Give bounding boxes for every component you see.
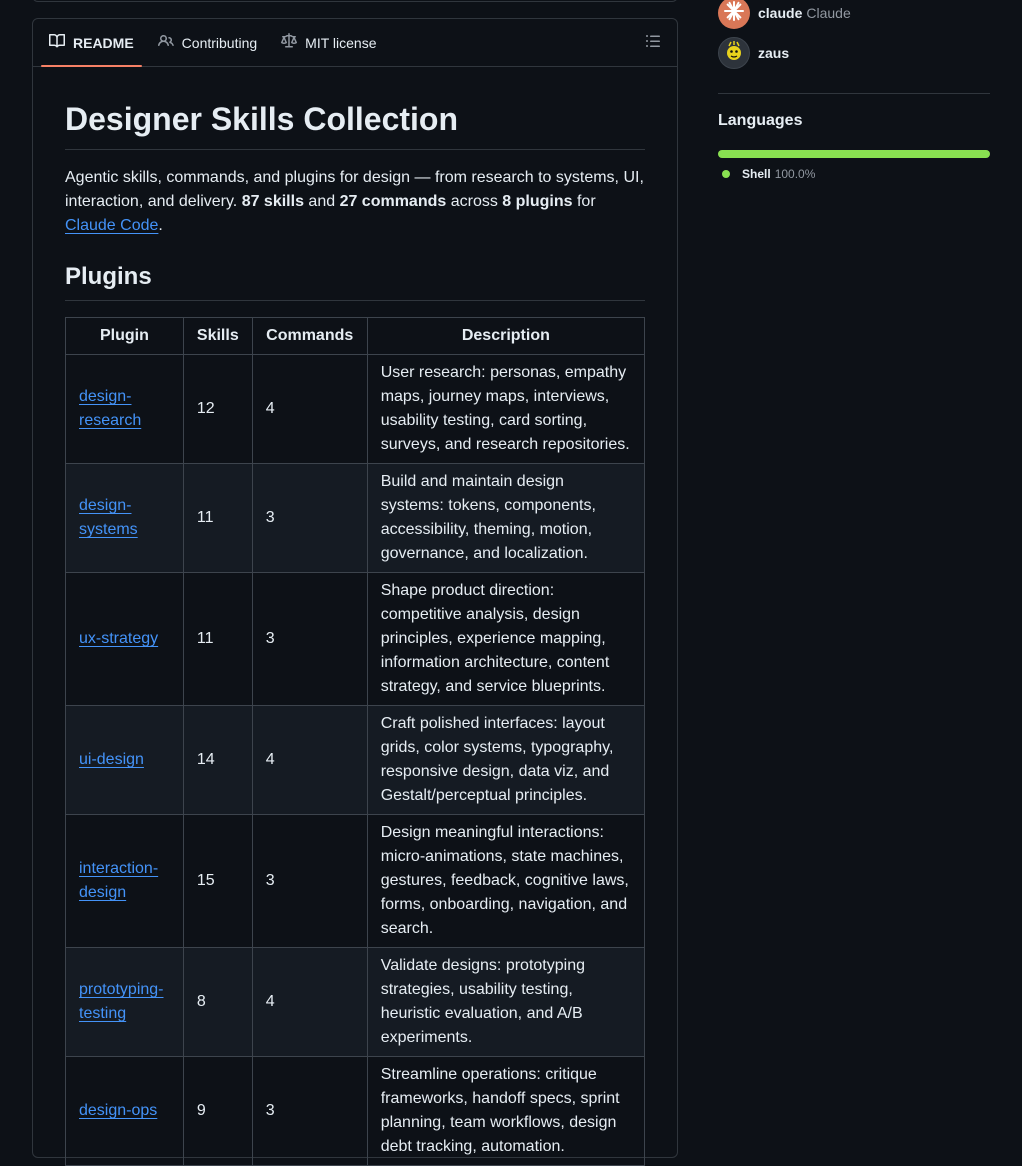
language-item-shell[interactable]: Shell 100.0% (722, 167, 815, 181)
plugin-cell: design-research (65, 354, 184, 464)
skills-cell: 14 (182, 705, 253, 815)
language-color-dot (722, 170, 730, 178)
tab-license[interactable]: MIT license (273, 19, 384, 66)
intro-period: . (158, 217, 163, 234)
tab-readme[interactable]: README (41, 19, 142, 67)
skills-cell: 12 (182, 354, 253, 464)
description-cell: Design meaningful interactions: micro-an… (366, 814, 646, 948)
languages-heading: Languages (718, 112, 803, 129)
table-row: prototyping-testing 8 4 Validate designs: p… (65, 947, 646, 1057)
commands-cell: 3 (251, 814, 368, 948)
description-cell: Streamline operations: critique framewor… (366, 1056, 646, 1166)
language-percent: 100.0% (774, 167, 816, 181)
previous-box-edge (32, 0, 678, 2)
intro-across: across (446, 193, 503, 210)
skills-cell: 11 (182, 572, 253, 706)
description-cell: Validate designs: prototyping strategies… (366, 947, 646, 1057)
table-body: design-research 12 4 User research: persona… (65, 354, 646, 1166)
commands-cell: 4 (251, 354, 368, 464)
plugins-count: 8 plugins (502, 193, 573, 210)
tab-contributing-label: Contributing (181, 34, 258, 51)
law-icon (281, 33, 298, 52)
intro-and: and (303, 193, 340, 210)
people-icon (157, 33, 174, 52)
description-cell: Shape product direction: competitive ana… (366, 572, 646, 706)
tab-readme-label: README (73, 34, 134, 51)
avatar (718, 0, 750, 29)
languages-bar-shell (718, 150, 990, 158)
description-cell: Craft polished interfaces: layout grids,… (366, 705, 646, 815)
contributor-claude[interactable]: claude Claude (718, 0, 851, 29)
list-unordered-icon (645, 33, 661, 54)
commands-cell: 4 (251, 705, 368, 815)
language-name: Shell (742, 167, 771, 181)
readme-intro: Agentic skills, commands, and plugins fo… (65, 166, 645, 238)
tab-contributing[interactable]: Contributing (150, 19, 266, 66)
zaus-avatar-icon (721, 38, 747, 68)
readme-title: Designer Skills Collection (65, 99, 645, 150)
plugin-link[interactable]: interaction-design (79, 860, 158, 901)
sidebar-divider (718, 93, 990, 94)
contributor-login: zaus (758, 45, 790, 61)
plugin-cell: interaction-design (65, 814, 184, 948)
plugin-link[interactable]: design-research (79, 388, 141, 429)
contributor-fullname: Claude (806, 5, 851, 21)
skills-cell: 8 (182, 947, 253, 1057)
claude-logo-icon (723, 0, 745, 27)
avatar (718, 37, 750, 69)
commands-cell: 3 (251, 572, 368, 706)
plugin-cell: ui-design (65, 705, 184, 815)
readme-article: Designer Skills Collection Agentic skill… (33, 67, 677, 1166)
plugins-heading: Plugins (65, 262, 645, 301)
table-row: ux-strategy 11 3 Shape product direction: c… (65, 572, 646, 706)
readme-tabbar: README Contributing MIT license (33, 19, 677, 67)
header-plugin: Plugin (65, 317, 184, 355)
outline-button[interactable] (637, 27, 669, 59)
commands-count: 27 commands (339, 193, 447, 210)
description-cell: Build and maintain design systems: token… (366, 463, 646, 573)
readme-container: README Contributing MIT license Designer… (32, 18, 678, 1166)
plugin-link[interactable]: design-systems (79, 497, 138, 538)
plugins-table: Plugin Skills Commands Description desig… (65, 317, 646, 1166)
table-row: ui-design 14 4 Craft polished interfaces: l… (65, 705, 646, 815)
table-row: design-research 12 4 User research: persona… (65, 354, 646, 464)
claude-code-link[interactable]: Claude Code (65, 217, 158, 234)
skills-cell: 9 (182, 1056, 253, 1166)
description-cell: User research: personas, empathy maps, j… (366, 354, 646, 464)
skills-cell: 11 (182, 463, 253, 573)
contributor-zaus[interactable]: zaus (718, 37, 789, 69)
plugin-link[interactable]: ux-strategy (79, 630, 158, 647)
plugin-cell: design-ops (65, 1056, 184, 1166)
header-skills: Skills (182, 317, 253, 355)
plugin-cell: design-systems (65, 463, 184, 573)
plugin-link[interactable]: ui-design (79, 751, 144, 768)
commands-cell: 4 (251, 947, 368, 1057)
languages-bar (718, 150, 990, 158)
plugin-cell: ux-strategy (65, 572, 184, 706)
tab-license-label: MIT license (305, 34, 377, 51)
header-commands: Commands (251, 317, 368, 355)
plugin-link[interactable]: design-ops (79, 1102, 157, 1119)
commands-cell: 3 (251, 463, 368, 573)
plugin-link[interactable]: prototyping-testing (79, 981, 164, 1022)
commands-cell: 3 (251, 1056, 368, 1166)
table-row: design-systems 11 3 Build and maintain desi… (65, 463, 646, 573)
table-header-row: Plugin Skills Commands Description (65, 317, 646, 355)
plugin-cell: prototyping-testing (65, 947, 184, 1057)
intro-for: for (572, 193, 596, 210)
skills-count: 87 skills (241, 193, 304, 210)
table-row: interaction-design 15 3 Design meaningful i… (65, 814, 646, 948)
book-icon (49, 33, 66, 52)
table-row: design-ops 9 3 Streamline operations: criti… (65, 1056, 646, 1166)
contributor-login: claude Claude (758, 5, 851, 21)
skills-cell: 15 (182, 814, 253, 948)
header-description: Description (366, 317, 646, 355)
